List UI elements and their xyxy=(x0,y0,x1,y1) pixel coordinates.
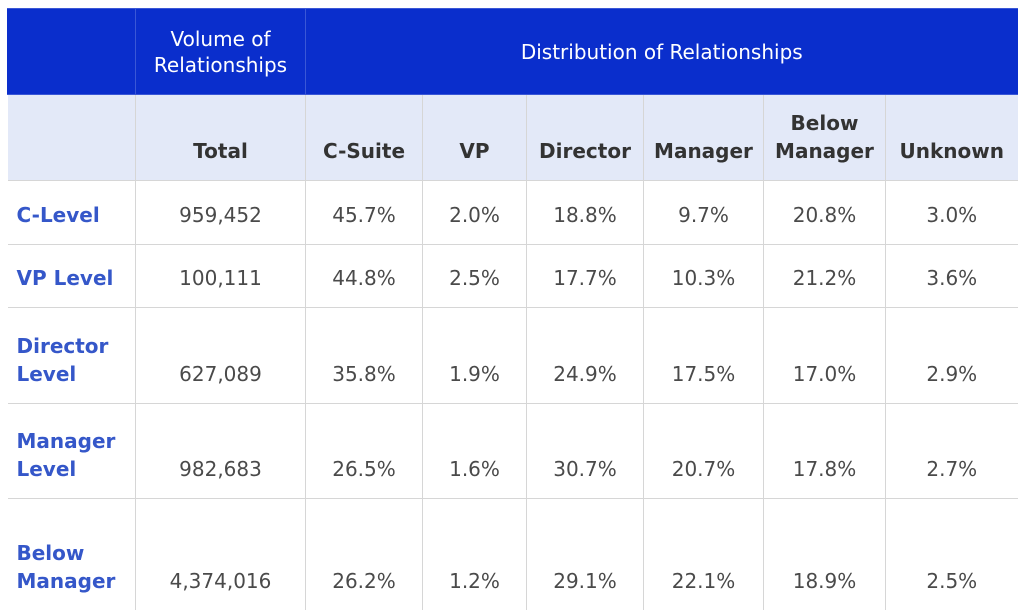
table-row: C-Level 959,452 45.7% 2.0% 18.8% 9.7% 20.8% 3.0… xyxy=(7,180,1018,245)
percent-cell: 20.7% xyxy=(643,403,764,499)
table-row: Director Level 627,089 35.8% 1.9% 24.9% 17.5%… xyxy=(7,307,1018,404)
percent-cell: 2.9% xyxy=(884,307,1018,404)
percent-cell: 17.5% xyxy=(643,307,764,404)
column-header: Director xyxy=(526,94,644,181)
percent-cell: 2.0% xyxy=(422,180,527,245)
percent-cell: 45.7% xyxy=(305,180,423,245)
percent-cell: 20.8% xyxy=(763,180,886,245)
row-label: Director Level xyxy=(7,307,136,404)
column-header: C-Suite xyxy=(305,94,423,181)
table-row: Manager Level 982,683 26.5% 1.6% 30.7% 20.7% 1… xyxy=(7,403,1018,499)
percent-cell: 18.8% xyxy=(526,180,644,245)
percent-cell: 2.5% xyxy=(884,498,1018,610)
header-row: Volume of Relationships Distribution of … xyxy=(7,8,1018,95)
percent-cell: 35.8% xyxy=(305,307,423,404)
distribution-header: Distribution of Relationships xyxy=(304,8,1018,95)
table-row: Below Manager 4,374,016 26.2% 1.2% 29.1% 22.1… xyxy=(7,498,1018,610)
percent-cell: 1.6% xyxy=(422,403,527,499)
total-cell: 959,452 xyxy=(135,180,306,245)
row-label: C-Level xyxy=(7,180,136,245)
column-header-row: Total C-Suite VP Director Manager Below Manag… xyxy=(7,94,1018,181)
table-row: VP Level 100,111 44.8% 2.5% 17.7% 10.3% 21.2% 3… xyxy=(7,244,1018,308)
column-header: Manager xyxy=(643,94,764,181)
row-label: Below Manager xyxy=(7,498,136,610)
percent-cell: 18.9% xyxy=(763,498,886,610)
total-cell: 4,374,016 xyxy=(135,498,306,610)
percent-cell: 2.7% xyxy=(884,403,1018,499)
volume-header: Volume of Relationships xyxy=(135,8,306,95)
percent-cell: 26.5% xyxy=(305,403,423,499)
percent-cell: 3.6% xyxy=(884,244,1018,308)
percent-cell: 2.5% xyxy=(422,244,527,308)
percent-cell: 17.8% xyxy=(763,403,886,499)
column-header: Unknown xyxy=(884,94,1018,181)
percent-cell: 1.9% xyxy=(422,307,527,404)
row-label: VP Level xyxy=(7,244,136,308)
percent-cell: 17.7% xyxy=(526,244,644,308)
relationships-table: Volume of Relationships Distribution of … xyxy=(7,8,1018,610)
percent-cell: 10.3% xyxy=(643,244,764,308)
percent-cell: 1.2% xyxy=(422,498,527,610)
column-header: Below Manager xyxy=(763,94,886,181)
total-cell: 100,111 xyxy=(135,244,306,308)
percent-cell: 21.2% xyxy=(763,244,886,308)
total-cell: 627,089 xyxy=(135,307,306,404)
percent-cell: 26.2% xyxy=(305,498,423,610)
header-blank xyxy=(7,8,136,95)
percent-cell: 29.1% xyxy=(526,498,644,610)
percent-cell: 3.0% xyxy=(884,180,1018,245)
column-header xyxy=(7,94,136,181)
column-header: Total xyxy=(135,94,306,181)
percent-cell: 17.0% xyxy=(763,307,886,404)
percent-cell: 44.8% xyxy=(305,244,423,308)
row-label: Manager Level xyxy=(7,403,136,499)
percent-cell: 9.7% xyxy=(643,180,764,245)
percent-cell: 24.9% xyxy=(526,307,644,404)
percent-cell: 30.7% xyxy=(526,403,644,499)
percent-cell: 22.1% xyxy=(643,498,764,610)
column-header: VP xyxy=(422,94,527,181)
total-cell: 982,683 xyxy=(135,403,306,499)
